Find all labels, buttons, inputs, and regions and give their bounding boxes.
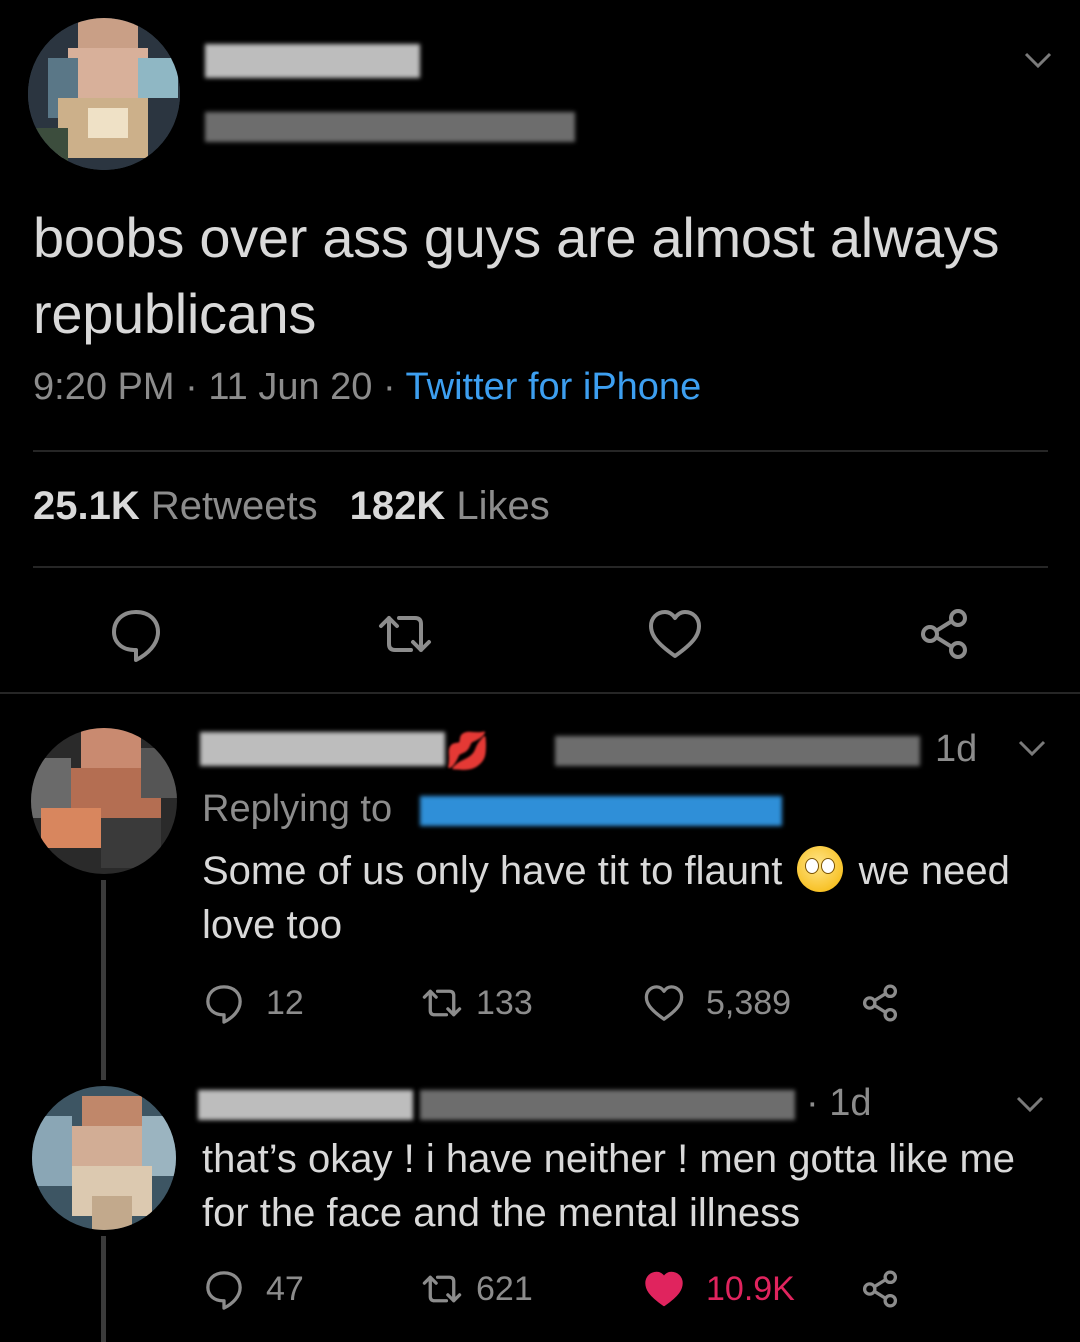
thread-line [101, 1236, 106, 1342]
tweet-stats: 25.1K Retweets 182K Likes [33, 484, 550, 529]
replying-to-handle-redacted[interactable] [420, 796, 782, 826]
reply-button[interactable]: 12 [202, 978, 304, 1028]
handle-redacted[interactable] [205, 112, 575, 142]
tweet-time: 9:20 PM [33, 366, 175, 408]
reply-count: 12 [266, 983, 304, 1022]
tweet-source-link[interactable]: Twitter for iPhone [406, 366, 702, 408]
reply-icon [206, 985, 242, 1024]
chevron-down-icon[interactable] [1012, 728, 1052, 768]
like-button[interactable]: 10.9K [642, 1264, 795, 1314]
retweet-count: 621 [476, 1269, 533, 1308]
main-tweet: boobs over ass guys are almost always re… [0, 0, 1080, 694]
meta-separator: · [185, 366, 198, 408]
divider [33, 566, 1048, 568]
display-name-redacted[interactable] [198, 1090, 413, 1120]
likes-stat[interactable]: 182K Likes [350, 484, 550, 528]
reply-text-part: Some of us only have tit to flaunt [202, 849, 783, 893]
heart-icon [644, 985, 684, 1021]
reply-actions: 47 621 10.9K [202, 1264, 922, 1314]
handle-redacted[interactable] [420, 1090, 795, 1120]
like-button[interactable]: 5,389 [642, 978, 791, 1028]
eye-roll-emoji [797, 846, 844, 892]
retweets-stat[interactable]: 25.1K Retweets [33, 484, 318, 528]
like-label: Likes [456, 484, 550, 528]
divider [33, 450, 1048, 452]
display-name-redacted[interactable] [205, 44, 420, 78]
divider [0, 692, 1080, 694]
reply-actions: 12 133 5,389 [202, 978, 922, 1028]
heart-filled-icon [645, 1271, 683, 1307]
replying-label: Replying to [202, 788, 393, 830]
tweet-meta: 9:20 PM · 11 Jun 20 · Twitter for iPhone [33, 366, 701, 409]
avatar[interactable] [32, 1086, 176, 1230]
like-count: 10.9K [706, 1269, 795, 1308]
share-icon [862, 1270, 898, 1308]
reply-count: 47 [266, 1269, 304, 1308]
reply-time: 1d [935, 728, 978, 770]
retweet-icon[interactable] [375, 604, 435, 664]
tweet-date: 11 Jun 20 [208, 366, 373, 408]
replying-to: Replying to [202, 788, 392, 831]
retweet-count: 25.1K [33, 484, 140, 528]
like-count: 182K [349, 484, 446, 528]
chevron-down-icon[interactable] [1018, 40, 1058, 80]
tweet-text: boobs over ass guys are almost always re… [33, 206, 1000, 345]
meta-separator: · [382, 366, 396, 408]
retweet-icon [422, 989, 462, 1017]
retweet-button[interactable]: 133 [420, 978, 533, 1028]
reply-icon [206, 1271, 242, 1310]
avatar[interactable] [28, 18, 180, 170]
name-emoji: 💋 [445, 730, 490, 771]
share-icon [862, 984, 898, 1022]
display-name-redacted[interactable] [200, 732, 445, 766]
handle-redacted[interactable] [555, 736, 920, 766]
share-button[interactable] [858, 1264, 902, 1314]
reply-text: that’s okay ! i have neither ! men gotta… [202, 1137, 1016, 1235]
heart-icon[interactable] [645, 604, 705, 664]
like-count: 5,389 [706, 983, 792, 1022]
reply-text: Some of us only have tit to flaunt we ne… [202, 844, 1052, 952]
retweet-icon [422, 1275, 462, 1303]
share-button[interactable] [858, 978, 902, 1028]
reply-button[interactable]: 47 [202, 1264, 304, 1314]
avatar[interactable] [31, 728, 177, 874]
retweet-button[interactable]: 621 [420, 1264, 533, 1314]
retweet-count: 133 [476, 983, 533, 1022]
thread-line [101, 880, 106, 1080]
reply-time: · 1d [806, 1082, 872, 1124]
reply-icon[interactable] [106, 604, 166, 664]
retweet-label: Retweets [150, 484, 318, 528]
chevron-down-icon[interactable] [1010, 1084, 1050, 1124]
share-icon[interactable] [914, 604, 974, 664]
